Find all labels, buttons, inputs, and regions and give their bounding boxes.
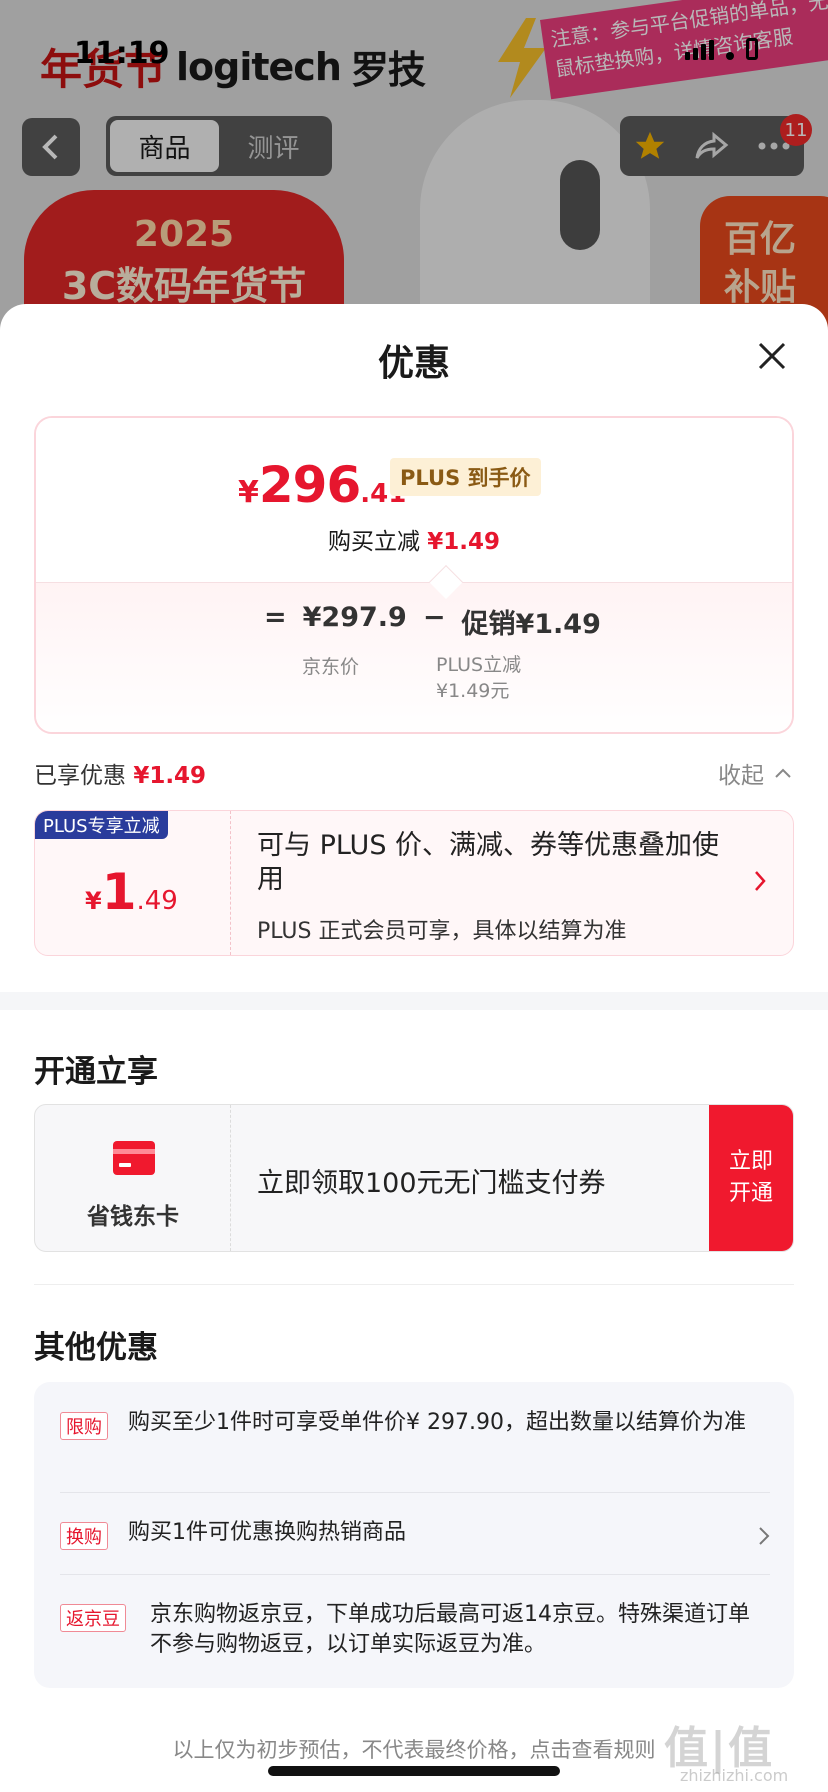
discount-sheet: 优惠 ¥ 296 .41 PLUS 到手价 购买立减 ¥1.49 = ¥297.… (0, 304, 828, 1792)
reduce-line: 购买立减 ¥1.49 (36, 522, 792, 556)
price-summary: ¥ 296 .41 PLUS 到手价 购买立减 ¥1.49 (36, 418, 792, 582)
background-page: 年货节 logitech 罗技 注意：参与平台促销的单品，无法鼠标垫换购，详情咨… (0, 0, 828, 330)
chevron-up-icon (775, 768, 791, 778)
plus-offer-amount-area: PLUS专享立减 ¥ 1 .49 (35, 811, 231, 955)
enjoyed-label: 已享优惠 (34, 763, 126, 789)
jd-price: ¥297.9 (302, 602, 407, 633)
list-divider (60, 1492, 770, 1493)
promo-label: 促销¥1.49 (461, 609, 601, 640)
card-name: 省钱东卡 (87, 1204, 179, 1230)
chevron-right-icon (759, 1527, 770, 1545)
plus-offer-desc: 可与 PLUS 价、满减、券等优惠叠加使用 (257, 830, 720, 895)
chevron-right-icon (755, 871, 766, 891)
limit-tag: 限购 (60, 1412, 108, 1440)
trade-in-tag: 换购 (60, 1522, 108, 1550)
trade-in-text: 购买1件可优惠换购热销商品 (128, 1520, 406, 1545)
plus-offer-label: PLUS专享立减 (35, 811, 168, 839)
open-now-button[interactable]: 立即开通 (709, 1105, 793, 1251)
collapse-toggle[interactable]: 收起 (718, 756, 792, 790)
sheet-title: 优惠 (377, 343, 450, 384)
modal-overlay[interactable] (0, 0, 828, 330)
amount-integer: 1 (101, 863, 137, 921)
jd-price-label: 京东价 (302, 656, 360, 678)
other-section-title: 其他优惠 (34, 1330, 158, 1366)
list-divider (60, 1574, 770, 1575)
list-item: 返京豆 京东购物返京豆，下单成功后最高可返14京豆。特殊渠道订单不参与购物返豆，… (60, 1600, 770, 1660)
home-indicator[interactable] (268, 1766, 560, 1776)
jingdou-tag: 返京豆 (60, 1604, 126, 1632)
plus-offer-amount: ¥ 1 .49 (85, 863, 178, 921)
trade-in-item[interactable]: 换购 购买1件可优惠换购热销商品 (60, 1518, 770, 1550)
final-price: ¥ 296 .41 (238, 456, 406, 514)
enjoyed-discount: 已享优惠 ¥1.49 (34, 756, 206, 790)
currency-symbol: ¥ (85, 887, 102, 915)
reduce-value: ¥1.49 (427, 529, 501, 555)
card-icon (113, 1141, 155, 1175)
jingdou-text: 京东购物返京豆，下单成功后最高可返14京豆。特殊渠道订单不参与购物返豆，以订单实… (150, 1602, 750, 1657)
card-offer-text: 立即领取100元无门槛支付券 (257, 1168, 606, 1199)
open-section-title: 开通立享 (34, 1054, 158, 1090)
watermark-url: zhizhizhi.com (680, 1766, 789, 1785)
minus-sign: − (422, 602, 446, 633)
plus-reduce-note: PLUS立减 ¥1.49元 (436, 652, 521, 704)
reduce-label: 购买立减 (327, 529, 420, 555)
plus-offer-sub: PLUS 正式会员可享，具体以结算为准 (257, 919, 627, 944)
other-offers-list: 限购 购买至少1件时可享受单件价¥ 297.90，超出数量以结算价为准 换购 购… (34, 1382, 794, 1688)
plus-price-tag: PLUS 到手价 (390, 458, 541, 496)
close-icon[interactable] (752, 336, 792, 376)
collapse-label: 收起 (718, 763, 764, 789)
savings-card-brand: 省钱东卡 (35, 1105, 231, 1251)
savings-card-offer[interactable]: 省钱东卡 立即领取100元无门槛支付券 立即开通 (34, 1104, 794, 1252)
price-integer: 296 (258, 456, 361, 514)
list-item: 限购 购买至少1件时可享受单件价¥ 297.90，超出数量以结算价为准 (60, 1408, 770, 1440)
price-formula: = ¥297.9 − 促销¥1.49 (264, 602, 601, 641)
price-card: ¥ 296 .41 PLUS 到手价 购买立减 ¥1.49 = ¥297.9 −… (34, 416, 794, 734)
amount-decimal: .49 (136, 886, 178, 916)
limit-text: 购买至少1件时可享受单件价¥ 297.90，超出数量以结算价为准 (128, 1410, 746, 1435)
section-divider (0, 992, 828, 1010)
equals-sign: = (264, 602, 287, 633)
section-separator (34, 1284, 794, 1285)
plus-offer-card[interactable]: PLUS专享立减 ¥ 1 .49 可与 PLUS 价、满减、券等优惠叠加使用 P… (34, 810, 794, 956)
plus-reduce-label: PLUS立减 (436, 654, 522, 676)
plus-reduce-value: ¥1.49元 (436, 680, 510, 702)
enjoyed-value: ¥1.49 (133, 763, 207, 789)
currency-symbol: ¥ (238, 475, 259, 510)
